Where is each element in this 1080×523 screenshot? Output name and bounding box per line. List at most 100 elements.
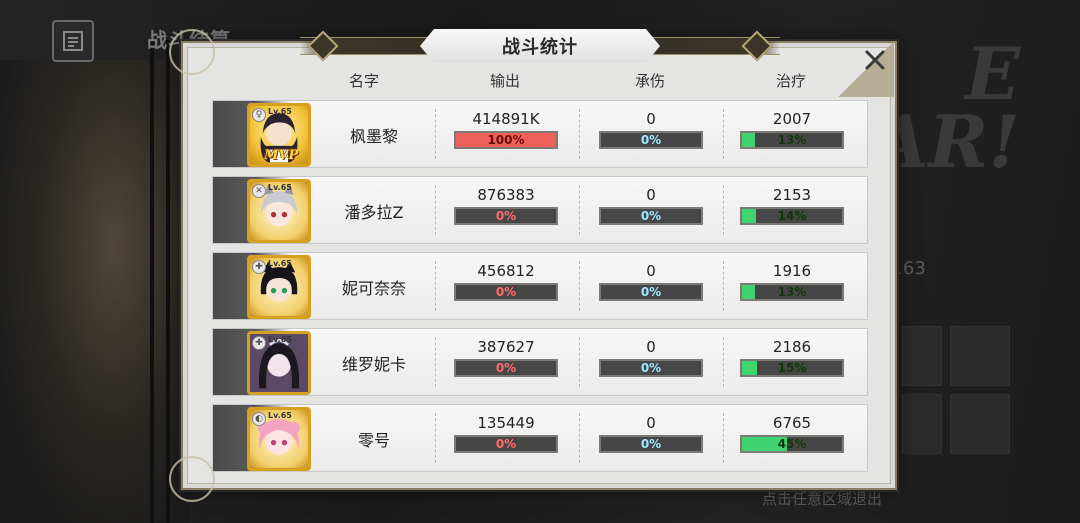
damage-bar: 0% bbox=[454, 207, 558, 225]
healing-cell: 1916 13% bbox=[732, 261, 852, 301]
damage-taken-percent: 0% bbox=[640, 437, 662, 451]
stats-row: ◐ Lv.65 零号 135449 0% 0 0% 6765 45% bbox=[212, 404, 868, 472]
damage-bar: 0% bbox=[454, 359, 558, 377]
header-damage-taken: 承伤 bbox=[634, 72, 665, 90]
damage-taken-percent: 0% bbox=[640, 133, 662, 147]
column-divider bbox=[579, 261, 580, 311]
background-tile bbox=[950, 326, 1010, 386]
healing-percent: 45% bbox=[777, 437, 807, 451]
damage-value: 414891K bbox=[472, 110, 540, 128]
healing-percent: 14% bbox=[777, 209, 807, 223]
corner-ornament bbox=[169, 456, 215, 502]
damage-bar: 0% bbox=[454, 283, 558, 301]
damage-bar: 0% bbox=[454, 435, 558, 453]
character-avatar[interactable]: ✚ Lv.65 bbox=[247, 255, 311, 319]
stats-report-icon[interactable] bbox=[52, 20, 94, 62]
character-avatar[interactable]: ✚ Lv.65 bbox=[247, 331, 311, 395]
level-label: Lv.65 bbox=[268, 411, 292, 420]
healing-value: 2007 bbox=[772, 110, 812, 128]
damage-taken-cell: 0 0% bbox=[591, 337, 711, 377]
damage-taken-cell: 0 0% bbox=[591, 185, 711, 225]
healing-cell: 6765 45% bbox=[732, 413, 852, 453]
healing-value: 2186 bbox=[772, 338, 812, 356]
background-stripe bbox=[150, 40, 154, 523]
column-divider bbox=[435, 337, 436, 387]
damage-taken-bar: 0% bbox=[599, 131, 703, 149]
healing-bar: 13% bbox=[740, 283, 844, 301]
damage-taken-value: 0 bbox=[646, 262, 656, 280]
damage-percent: 0% bbox=[495, 209, 517, 223]
stats-row: ✚ Lv.65 妮可奈奈 456812 0% 0 0% 1916 13% bbox=[212, 252, 868, 320]
header-damage: 输出 bbox=[489, 72, 520, 90]
healing-percent: 15% bbox=[777, 361, 807, 375]
damage-percent: 0% bbox=[495, 437, 517, 451]
damage-percent: 0% bbox=[495, 285, 517, 299]
healing-bar: 15% bbox=[740, 359, 844, 377]
damage-taken-bar: 0% bbox=[599, 359, 703, 377]
damage-value: 387627 bbox=[477, 338, 535, 356]
healing-cell: 2007 13% bbox=[732, 109, 852, 149]
panel-title-bar: 战斗统计 bbox=[300, 29, 780, 63]
damage-taken-value: 0 bbox=[646, 186, 656, 204]
damage-value: 135449 bbox=[477, 414, 535, 432]
column-divider bbox=[579, 337, 580, 387]
column-divider bbox=[723, 109, 724, 159]
background-tile bbox=[902, 394, 942, 454]
character-name: 维罗妮卡 bbox=[341, 355, 406, 374]
damage-taken-bar: 0% bbox=[599, 435, 703, 453]
corner-ornament bbox=[169, 29, 215, 75]
character-name: 妮可奈奈 bbox=[341, 279, 406, 298]
damage-taken-cell: 0 0% bbox=[591, 261, 711, 301]
class-icon: ◐ bbox=[252, 412, 266, 426]
damage-taken-bar: 0% bbox=[599, 283, 703, 301]
healing-percent: 13% bbox=[777, 285, 807, 299]
character-avatar[interactable]: ♀ Lv.65 MVP bbox=[247, 103, 311, 167]
healing-bar: 45% bbox=[740, 435, 844, 453]
column-divider bbox=[723, 185, 724, 235]
damage-taken-cell: 0 0% bbox=[591, 109, 711, 149]
damage-taken-percent: 0% bbox=[640, 361, 662, 375]
header-healing: 治疗 bbox=[775, 72, 806, 90]
column-divider bbox=[579, 109, 580, 159]
class-icon: ✚ bbox=[252, 260, 266, 274]
damage-value: 876383 bbox=[477, 186, 535, 204]
character-avatar[interactable]: ◐ Lv.65 bbox=[247, 407, 311, 471]
background-tile bbox=[950, 394, 1010, 454]
column-divider bbox=[435, 185, 436, 235]
damage-taken-value: 0 bbox=[646, 338, 656, 356]
damage-cell: 135449 0% bbox=[446, 413, 566, 453]
damage-taken-percent: 0% bbox=[640, 285, 662, 299]
stats-row: ✕ Lv.65 潘多拉Z 876383 0% 0 0% 2153 14% bbox=[212, 176, 868, 244]
character-avatar[interactable]: ✕ Lv.65 bbox=[247, 179, 311, 243]
damage-taken-percent: 0% bbox=[640, 209, 662, 223]
healing-value: 6765 bbox=[772, 414, 812, 432]
panel-title: 战斗统计 bbox=[502, 37, 578, 58]
level-label: Lv.65 bbox=[268, 335, 292, 344]
column-divider bbox=[435, 413, 436, 463]
class-icon: ✚ bbox=[252, 336, 266, 350]
mvp-badge: MVP bbox=[264, 148, 299, 163]
background-tile bbox=[902, 326, 942, 386]
column-headers: 名字 输出 承伤 治疗 bbox=[212, 70, 868, 94]
damage-cell: 387627 0% bbox=[446, 337, 566, 377]
stats-row: ✚ Lv.65 维罗妮卡 387627 0% 0 0% 2186 15% bbox=[212, 328, 868, 396]
column-divider bbox=[723, 261, 724, 311]
damage-taken-value: 0 bbox=[646, 110, 656, 128]
title-plate: 战斗统计 bbox=[420, 29, 660, 63]
healing-cell: 2153 14% bbox=[732, 185, 852, 225]
tap-to-exit-hint[interactable]: 点击任意区域退出 bbox=[762, 488, 882, 509]
column-divider bbox=[723, 337, 724, 387]
level-label: Lv.65 bbox=[268, 259, 292, 268]
damage-taken-cell: 0 0% bbox=[591, 413, 711, 453]
damage-percent: 100% bbox=[487, 133, 525, 147]
class-icon: ♀ bbox=[252, 108, 266, 122]
character-name: 零号 bbox=[357, 431, 390, 450]
title-ornament bbox=[741, 30, 773, 62]
damage-cell: 876383 0% bbox=[446, 185, 566, 225]
column-divider bbox=[579, 413, 580, 463]
damage-percent: 0% bbox=[495, 361, 517, 375]
header-name: 名字 bbox=[348, 72, 379, 90]
stats-row: ♀ Lv.65 MVP 枫墨黎 414891K 100% 0 0% 2007 1… bbox=[212, 100, 868, 168]
healing-value: 1916 bbox=[772, 262, 812, 280]
healing-value: 2153 bbox=[772, 186, 812, 204]
